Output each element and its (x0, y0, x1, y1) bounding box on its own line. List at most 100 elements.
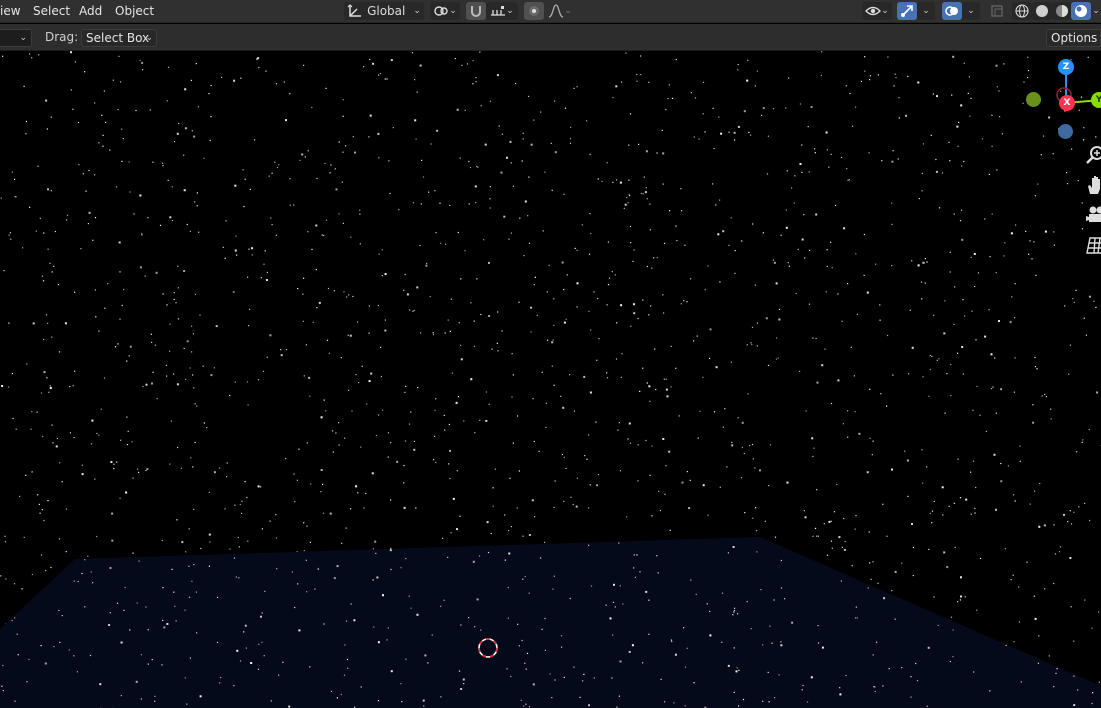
star (378, 74, 380, 76)
star (736, 667, 738, 669)
star (727, 552, 729, 554)
star (476, 598, 479, 601)
gizmo-z-axis[interactable]: Z (1058, 59, 1074, 75)
star (161, 539, 163, 542)
transform-orientation-dropdown[interactable]: Global ⌄ (344, 2, 424, 20)
star (233, 291, 235, 293)
star (265, 279, 268, 281)
camera-view-icon[interactable] (1084, 204, 1101, 226)
star (323, 234, 325, 237)
overlays-dropdown[interactable]: ⌄ (962, 2, 980, 20)
star (709, 328, 712, 331)
star (365, 492, 367, 495)
star (387, 627, 389, 629)
hand-pan-icon[interactable] (1084, 174, 1101, 196)
star (1012, 574, 1014, 576)
star (176, 132, 179, 135)
gizmo-neg-y-axis[interactable] (1026, 92, 1041, 107)
star (70, 89, 72, 91)
star (778, 308, 781, 310)
star (989, 256, 991, 258)
3d-viewport[interactable]: Z X Y (0, 51, 1101, 708)
show-gizmo-toggle[interactable] (897, 2, 917, 20)
zoom-icon[interactable] (1084, 144, 1101, 166)
star (443, 414, 445, 416)
snap-toggle[interactable] (466, 2, 486, 20)
star (598, 338, 600, 340)
star (173, 292, 175, 294)
shading-rendered-button[interactable] (1071, 2, 1091, 20)
star (276, 568, 278, 570)
star (208, 533, 211, 536)
star (868, 531, 870, 533)
star (173, 141, 176, 143)
star (8, 234, 10, 236)
star (636, 73, 638, 76)
object-visibility-dropdown[interactable]: ⌄ (862, 2, 892, 20)
gizmo-neg-z-axis[interactable] (1058, 124, 1073, 139)
gizmo-x-axis[interactable]: X (1059, 95, 1075, 111)
star (1003, 63, 1005, 65)
star (942, 514, 944, 516)
star (119, 497, 121, 499)
mode-dropdown[interactable]: ⌄ (0, 29, 32, 47)
star (764, 520, 766, 522)
menu-view[interactable]: iew (0, 3, 21, 19)
star (1018, 621, 1021, 623)
drag-mode-dropdown[interactable]: Select Box ⌄ (81, 29, 157, 47)
proportional-edit-toggle[interactable] (524, 2, 544, 20)
shading-wireframe-button[interactable] (1012, 2, 1032, 20)
star (649, 400, 651, 402)
shading-material-button[interactable] (1052, 2, 1072, 20)
xray-toggle[interactable] (987, 2, 1007, 20)
star (347, 667, 349, 669)
star (941, 172, 944, 174)
star (221, 76, 223, 78)
menu-object[interactable]: Object (115, 3, 154, 19)
gizmo-dropdown[interactable]: ⌄ (917, 2, 935, 20)
star (139, 59, 141, 62)
navigation-gizmo[interactable]: Z X Y (1020, 57, 1101, 147)
star (512, 185, 514, 187)
star (780, 559, 782, 562)
star (189, 230, 191, 232)
star (262, 370, 265, 372)
menu-add[interactable]: Add (79, 3, 102, 19)
show-overlays-toggle[interactable] (942, 2, 962, 20)
star (496, 342, 498, 344)
star (74, 291, 76, 293)
gizmo-y-axis[interactable]: Y (1091, 92, 1101, 108)
star (1088, 428, 1090, 431)
drag-mode-value: Select Box (86, 31, 150, 45)
star (378, 157, 380, 159)
star (868, 152, 870, 154)
star (282, 661, 284, 663)
star (747, 59, 749, 61)
snap-target-dropdown[interactable]: ⌄ (486, 2, 518, 20)
star (436, 129, 439, 132)
star (576, 477, 578, 479)
star (627, 438, 629, 440)
star (85, 190, 87, 192)
star (78, 164, 80, 166)
star (345, 527, 347, 529)
shading-solid-button[interactable] (1032, 2, 1052, 20)
star (155, 271, 158, 274)
star (224, 257, 226, 259)
star (976, 385, 978, 387)
star (180, 467, 182, 469)
star (690, 579, 692, 581)
star (536, 314, 538, 316)
falloff-dropdown[interactable]: ⌄ (545, 2, 575, 20)
star (91, 419, 94, 422)
ortho-grid-icon[interactable] (1084, 234, 1101, 256)
star (962, 299, 964, 301)
star (520, 699, 522, 701)
options-button[interactable]: Options (1046, 29, 1101, 47)
pivot-point-dropdown[interactable]: ⌄ (430, 2, 460, 20)
star (432, 332, 434, 334)
shading-dropdown[interactable]: ⌄ (1091, 2, 1101, 20)
star (1096, 391, 1099, 394)
menu-select[interactable]: Select (33, 3, 70, 19)
star (637, 480, 639, 482)
